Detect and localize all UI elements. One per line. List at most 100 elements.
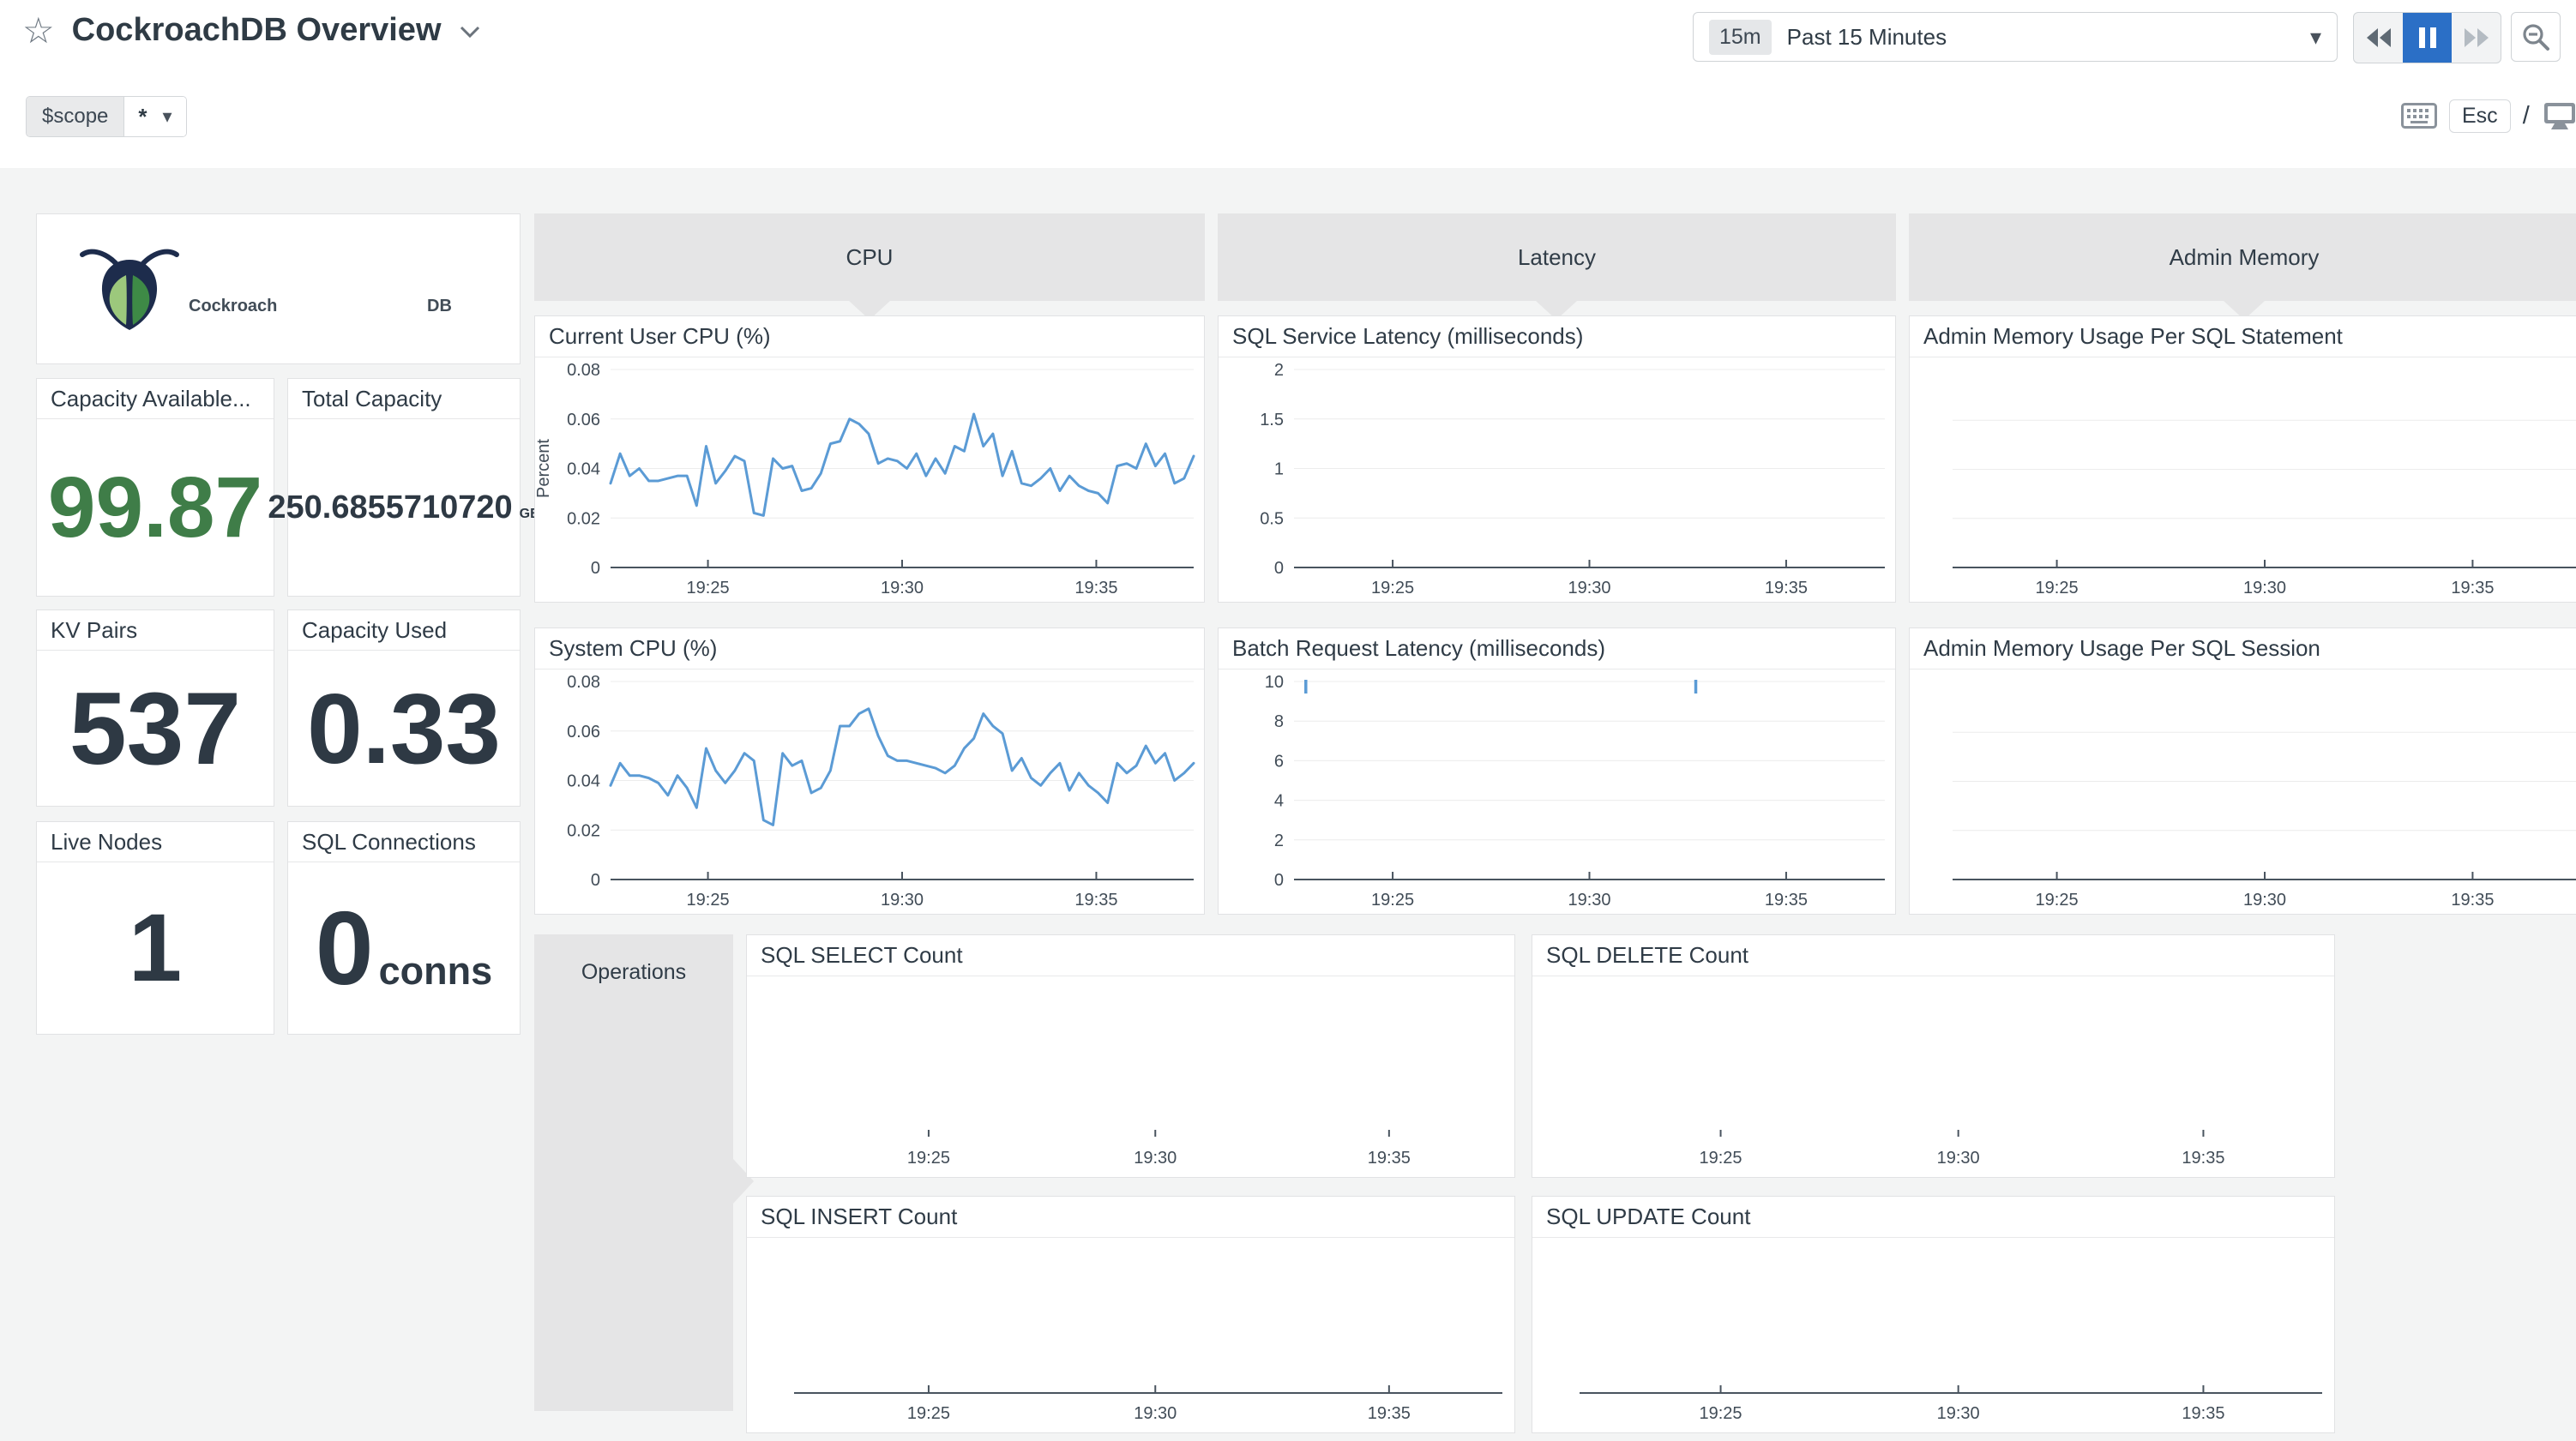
svg-text:19:30: 19:30 <box>881 891 924 910</box>
svg-text:0.02: 0.02 <box>567 509 600 528</box>
chart-plot-system-cpu[interactable]: 00.020.040.060.0819:2519:3019:35 <box>535 669 1204 914</box>
stat-card-total-capacity: Total Capacity 250.6855710720GB <box>287 378 521 597</box>
zoom-out-button[interactable] <box>2511 12 2561 62</box>
chart-plot-sql-delete-count[interactable]: 19:2519:3019:35 <box>1532 976 2334 1177</box>
group-header-admin-memory: Admin Memory <box>1909 213 2576 301</box>
stat-value: 250.6855710720GB <box>268 491 539 524</box>
shortcut-hints: Esc / <box>2401 96 2576 135</box>
svg-text:0: 0 <box>1274 559 1284 578</box>
stat-title: KV Pairs <box>37 610 274 651</box>
chart-title: Batch Request Latency (milliseconds) <box>1219 628 1895 669</box>
chart-title: Current User CPU (%) <box>535 316 1204 357</box>
stat-title: Total Capacity <box>288 379 520 419</box>
svg-text:19:30: 19:30 <box>2243 891 2286 910</box>
svg-text:0.04: 0.04 <box>567 772 600 791</box>
stat-value: 0conns <box>316 896 492 1000</box>
chart-plot-current-user-cpu[interactable]: 00.020.040.060.0819:2519:3019:35Percent <box>535 357 1204 602</box>
stat-title: Live Nodes <box>37 822 274 862</box>
svg-text:2: 2 <box>1274 361 1284 380</box>
svg-text:19:35: 19:35 <box>1368 1404 1411 1423</box>
stat-title: Capacity Used <box>288 610 520 651</box>
chart-plot-admin-memory-statement[interactable]: 19:2519:3019:35 <box>1910 357 2576 602</box>
star-icon[interactable]: ☆ <box>22 13 55 49</box>
svg-text:19:25: 19:25 <box>1700 1149 1742 1168</box>
fast-forward-button[interactable] <box>2452 13 2501 63</box>
chart-title: SQL DELETE Count <box>1532 935 2334 976</box>
svg-text:1: 1 <box>1274 460 1284 479</box>
time-range-badge: 15m <box>1709 20 1772 55</box>
svg-text:Percent: Percent <box>535 439 553 498</box>
chart-card-admin-memory-session: Admin Memory Usage Per SQL Session 19:25… <box>1909 627 2576 915</box>
svg-text:0.06: 0.06 <box>567 723 600 742</box>
chart-plot-sql-service-latency[interactable]: 00.511.5219:2519:3019:35 <box>1219 357 1895 602</box>
chart-plot-sql-update-count[interactable]: 19:25 19:30 19:35 <box>1532 1238 2334 1432</box>
scope-variable-label: $scope <box>27 97 124 136</box>
svg-text:2: 2 <box>1274 832 1284 850</box>
time-range-label: Past 15 Minutes <box>1787 24 1947 51</box>
chart-card-admin-memory-statement: Admin Memory Usage Per SQL Statement 19:… <box>1909 315 2576 603</box>
svg-text:19:35: 19:35 <box>2451 579 2494 597</box>
scope-value: * <box>138 104 147 130</box>
svg-text:0.5: 0.5 <box>1260 509 1284 528</box>
svg-text:6: 6 <box>1274 752 1284 771</box>
chevron-down-icon[interactable] <box>459 25 481 43</box>
svg-text:19:30: 19:30 <box>1937 1404 1980 1423</box>
svg-text:0.08: 0.08 <box>567 361 600 380</box>
stat-value: 99.87 <box>48 465 262 550</box>
stat-title: Capacity Available... <box>37 379 274 419</box>
svg-text:19:25: 19:25 <box>687 579 730 597</box>
svg-text:19:25: 19:25 <box>907 1149 950 1168</box>
svg-text:19:35: 19:35 <box>2182 1404 2224 1423</box>
chart-card-batch-request-latency: Batch Request Latency (milliseconds) 024… <box>1218 627 1896 915</box>
svg-text:19:25: 19:25 <box>1700 1404 1742 1423</box>
svg-text:1.5: 1.5 <box>1260 411 1284 429</box>
cockroachdb-logo-card: Cockroach DB <box>36 213 521 364</box>
svg-text:19:25: 19:25 <box>907 1404 950 1423</box>
caret-down-icon: ▾ <box>2310 24 2321 51</box>
svg-text:19:30: 19:30 <box>1134 1149 1177 1168</box>
chart-card-sql-insert-count: SQL INSERT Count 19:25 19:30 19:35 <box>746 1196 1515 1433</box>
chart-plot-sql-insert-count[interactable]: 19:25 19:30 19:35 <box>747 1238 1514 1432</box>
svg-text:0: 0 <box>1274 871 1284 890</box>
svg-text:19:30: 19:30 <box>881 579 924 597</box>
chart-title: SQL UPDATE Count <box>1532 1197 2334 1238</box>
chart-plot-batch-request-latency[interactable]: 024681019:2519:3019:35 <box>1219 669 1895 914</box>
time-range-picker[interactable]: 15m Past 15 Minutes ▾ <box>1693 12 2338 62</box>
group-header-latency: Latency <box>1218 213 1896 301</box>
stat-card-sql-connections: SQL Connections 0conns <box>287 821 521 1035</box>
cockroachdb-logo: Cockroach DB <box>74 243 484 335</box>
svg-text:19:25: 19:25 <box>2036 891 2079 910</box>
pause-button[interactable] <box>2403 13 2452 63</box>
chart-title: SQL INSERT Count <box>747 1197 1514 1238</box>
svg-text:0: 0 <box>591 871 600 890</box>
chart-plot-sql-select-count[interactable]: 19:2519:3019:35 <box>747 976 1514 1177</box>
svg-text:19:35: 19:35 <box>1765 579 1808 597</box>
svg-text:0.06: 0.06 <box>567 411 600 429</box>
stat-value: 0.33 <box>307 679 501 778</box>
rewind-button[interactable] <box>2354 13 2403 63</box>
chart-card-sql-select-count: SQL SELECT Count 19:2519:3019:35 <box>746 934 1515 1178</box>
chart-card-system-cpu: System CPU (%) 00.020.040.060.0819:2519:… <box>534 627 1205 915</box>
group-header-operations: Operations <box>534 934 733 1411</box>
svg-text:0: 0 <box>591 559 600 578</box>
svg-text:19:25: 19:25 <box>1371 891 1414 910</box>
chart-card-sql-delete-count: SQL DELETE Count 19:2519:3019:35 <box>1532 934 2335 1178</box>
chart-plot-admin-memory-session[interactable]: 19:2519:3019:35 <box>1910 669 2576 914</box>
scope-value-dropdown[interactable]: * ▾ <box>124 97 185 136</box>
chart-card-sql-update-count: SQL UPDATE Count 19:25 19:30 19:35 <box>1532 1196 2335 1433</box>
tv-mode-icon[interactable] <box>2542 100 2576 131</box>
svg-text:19:30: 19:30 <box>1134 1404 1177 1423</box>
stat-value: 1 <box>129 900 182 996</box>
stat-unit: conns <box>379 952 493 990</box>
svg-text:19:35: 19:35 <box>1765 891 1808 910</box>
svg-text:19:35: 19:35 <box>2182 1149 2224 1168</box>
svg-text:19:30: 19:30 <box>2243 579 2286 597</box>
chart-title: Admin Memory Usage Per SQL Statement <box>1910 316 2576 357</box>
group-header-cpu: CPU <box>534 213 1205 301</box>
svg-text:0.04: 0.04 <box>567 460 600 479</box>
svg-text:10: 10 <box>1265 673 1284 692</box>
stat-value: 537 <box>69 677 241 780</box>
scope-selector[interactable]: $scope * ▾ <box>26 96 187 137</box>
caret-down-icon: ▾ <box>163 105 172 128</box>
svg-text:19:25: 19:25 <box>687 891 730 910</box>
